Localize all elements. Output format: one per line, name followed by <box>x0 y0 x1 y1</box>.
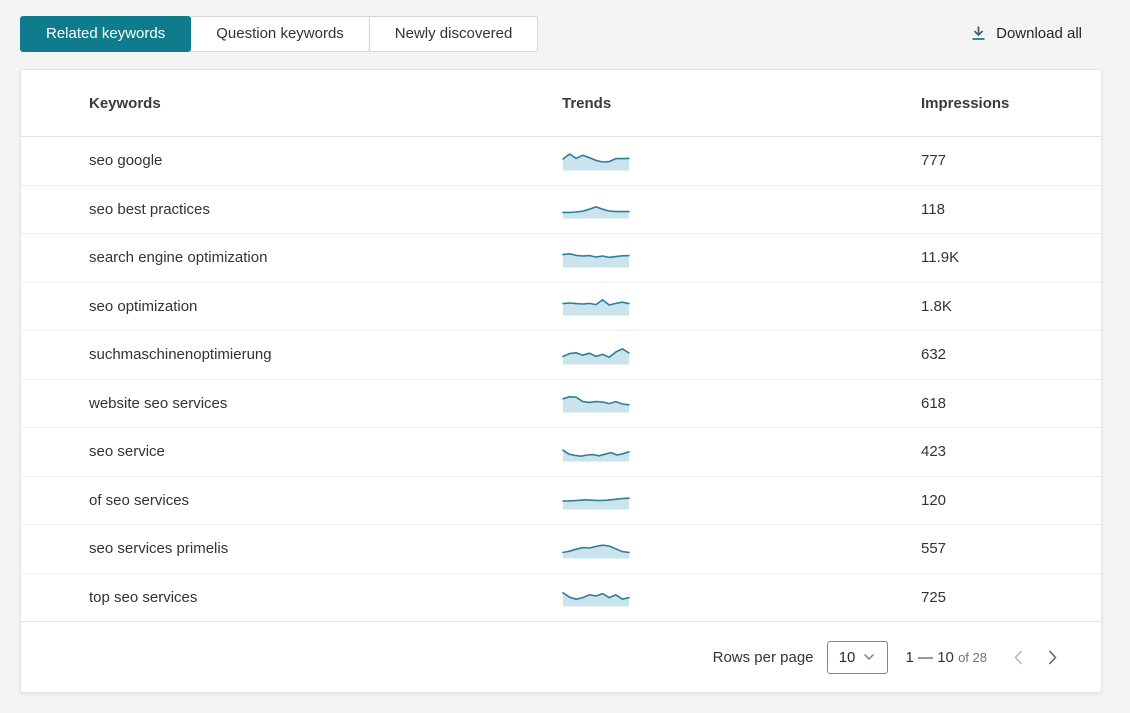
keyword-cell: search engine optimization <box>89 249 562 266</box>
trend-sparkline <box>562 244 630 268</box>
keyword-text: seo google <box>89 152 163 170</box>
keyword-text: seo best practices <box>89 200 210 218</box>
keyword-text: suchmaschinenoptimierung <box>89 346 272 364</box>
impressions-value: 632 <box>921 346 947 364</box>
keyword-text: seo service <box>89 443 165 461</box>
table-body: seo google 777 seo best practices 118 se… <box>21 137 1101 622</box>
column-header-keywords: Keywords <box>89 94 161 112</box>
table-row[interactable]: seo google 777 <box>21 137 1101 186</box>
impressions-cell: 118 <box>921 201 1101 218</box>
chevron-left-icon <box>1012 649 1025 666</box>
chevron-right-icon <box>1046 649 1059 666</box>
table-row[interactable]: suchmaschinenoptimierung 632 <box>21 331 1101 380</box>
trend-sparkline <box>562 438 630 462</box>
impressions-value: 11.9K <box>921 249 960 267</box>
trend-sparkline <box>562 147 630 171</box>
impressions-cell: 618 <box>921 395 1101 412</box>
keyword-cell: website seo services <box>89 395 562 412</box>
rows-per-page-value: 10 <box>838 648 856 666</box>
keyword-text: search engine optimization <box>89 249 268 267</box>
impressions-value: 618 <box>921 394 947 412</box>
impressions-cell: 725 <box>921 589 1101 606</box>
impressions-value: 118 <box>921 200 945 218</box>
keyword-cell: of seo services <box>89 492 562 509</box>
rows-per-page-select[interactable]: 10 <box>826 640 888 674</box>
keyword-text: seo services primelis <box>89 540 229 558</box>
impressions-cell: 120 <box>921 492 1101 509</box>
table-header: Keywords Trends Impressions <box>21 70 1101 137</box>
impressions-value: 423 <box>921 443 947 461</box>
trend-cell <box>562 486 921 514</box>
chevron-down-icon <box>863 653 875 661</box>
tab-related-keywords[interactable]: Related keywords <box>20 15 192 52</box>
impressions-value: 557 <box>921 540 947 558</box>
table-row[interactable]: website seo services 618 <box>21 380 1101 428</box>
table-row[interactable]: seo optimization 1.8K <box>21 283 1101 331</box>
previous-page-button[interactable] <box>1009 648 1027 666</box>
impressions-cell: 557 <box>921 540 1101 557</box>
rows-per-page-label: Rows per page <box>712 648 814 666</box>
impressions-cell: 1.8K <box>921 298 1101 315</box>
download-all-button[interactable]: Download all <box>971 25 1082 42</box>
impressions-value: 777 <box>921 152 947 170</box>
table-row[interactable]: seo best practices 118 <box>21 186 1101 234</box>
page-range-total: of 28 <box>958 649 987 665</box>
trend-cell <box>562 535 921 563</box>
table-row[interactable]: seo services primelis 557 <box>21 525 1101 574</box>
column-header-trends: Trends <box>562 94 612 112</box>
keyword-text: seo optimization <box>89 297 198 315</box>
impressions-cell: 11.9K <box>921 249 1101 266</box>
impressions-cell: 632 <box>921 346 1101 363</box>
impressions-value: 1.8K <box>921 297 952 315</box>
topbar: Related keywords Question keywords Newly… <box>20 15 1102 52</box>
keyword-research-panel: Related keywords Question keywords Newly… <box>0 0 1130 693</box>
trend-sparkline <box>562 583 630 607</box>
trend-sparkline <box>562 341 630 365</box>
table-row[interactable]: search engine optimization 11.9K <box>21 234 1101 283</box>
trend-cell <box>562 292 921 320</box>
keyword-cell: seo google <box>89 152 562 169</box>
tab-question-keywords[interactable]: Question keywords <box>190 15 370 52</box>
table-row[interactable]: top seo services 725 <box>21 574 1101 622</box>
keyword-cell: seo optimization <box>89 298 562 315</box>
keyword-text: top seo services <box>89 588 198 606</box>
trend-sparkline <box>562 486 630 510</box>
keyword-cell: top seo services <box>89 589 562 606</box>
table-row[interactable]: seo service 423 <box>21 428 1101 477</box>
keyword-tabs: Related keywords Question keywords Newly… <box>20 15 539 52</box>
table-footer: Rows per page 10 1 — 10 of 28 <box>21 622 1101 692</box>
trend-cell <box>562 341 921 369</box>
trend-sparkline <box>562 195 630 219</box>
trend-sparkline <box>562 292 630 316</box>
impressions-value: 120 <box>921 491 947 509</box>
tab-newly-discovered[interactable]: Newly discovered <box>368 15 539 52</box>
next-page-button[interactable] <box>1043 648 1061 666</box>
keywords-table-card: Keywords Trends Impressions seo google 7… <box>20 69 1102 693</box>
trend-cell <box>562 147 921 175</box>
keyword-cell: seo services primelis <box>89 540 562 557</box>
download-icon <box>971 25 986 42</box>
table-row[interactable]: of seo services 120 <box>21 477 1101 525</box>
keyword-cell: suchmaschinenoptimierung <box>89 346 562 363</box>
page-range: 1 — 10 of 28 <box>906 649 987 666</box>
impressions-cell: 423 <box>921 443 1101 460</box>
page-range-value: 1 — 10 <box>905 648 954 666</box>
keyword-text: of seo services <box>89 491 190 509</box>
trend-cell <box>562 244 921 272</box>
keyword-text: website seo services <box>89 394 228 412</box>
impressions-cell: 777 <box>921 152 1101 169</box>
download-all-label: Download all <box>996 25 1082 42</box>
trend-sparkline <box>562 535 630 559</box>
trend-cell <box>562 438 921 466</box>
keyword-cell: seo best practices <box>89 201 562 218</box>
keyword-cell: seo service <box>89 443 562 460</box>
column-header-impressions: Impressions <box>921 94 1010 112</box>
trend-cell <box>562 583 921 611</box>
trend-cell <box>562 389 921 417</box>
trend-cell <box>562 195 921 223</box>
impressions-value: 725 <box>921 588 947 606</box>
trend-sparkline <box>562 389 630 413</box>
